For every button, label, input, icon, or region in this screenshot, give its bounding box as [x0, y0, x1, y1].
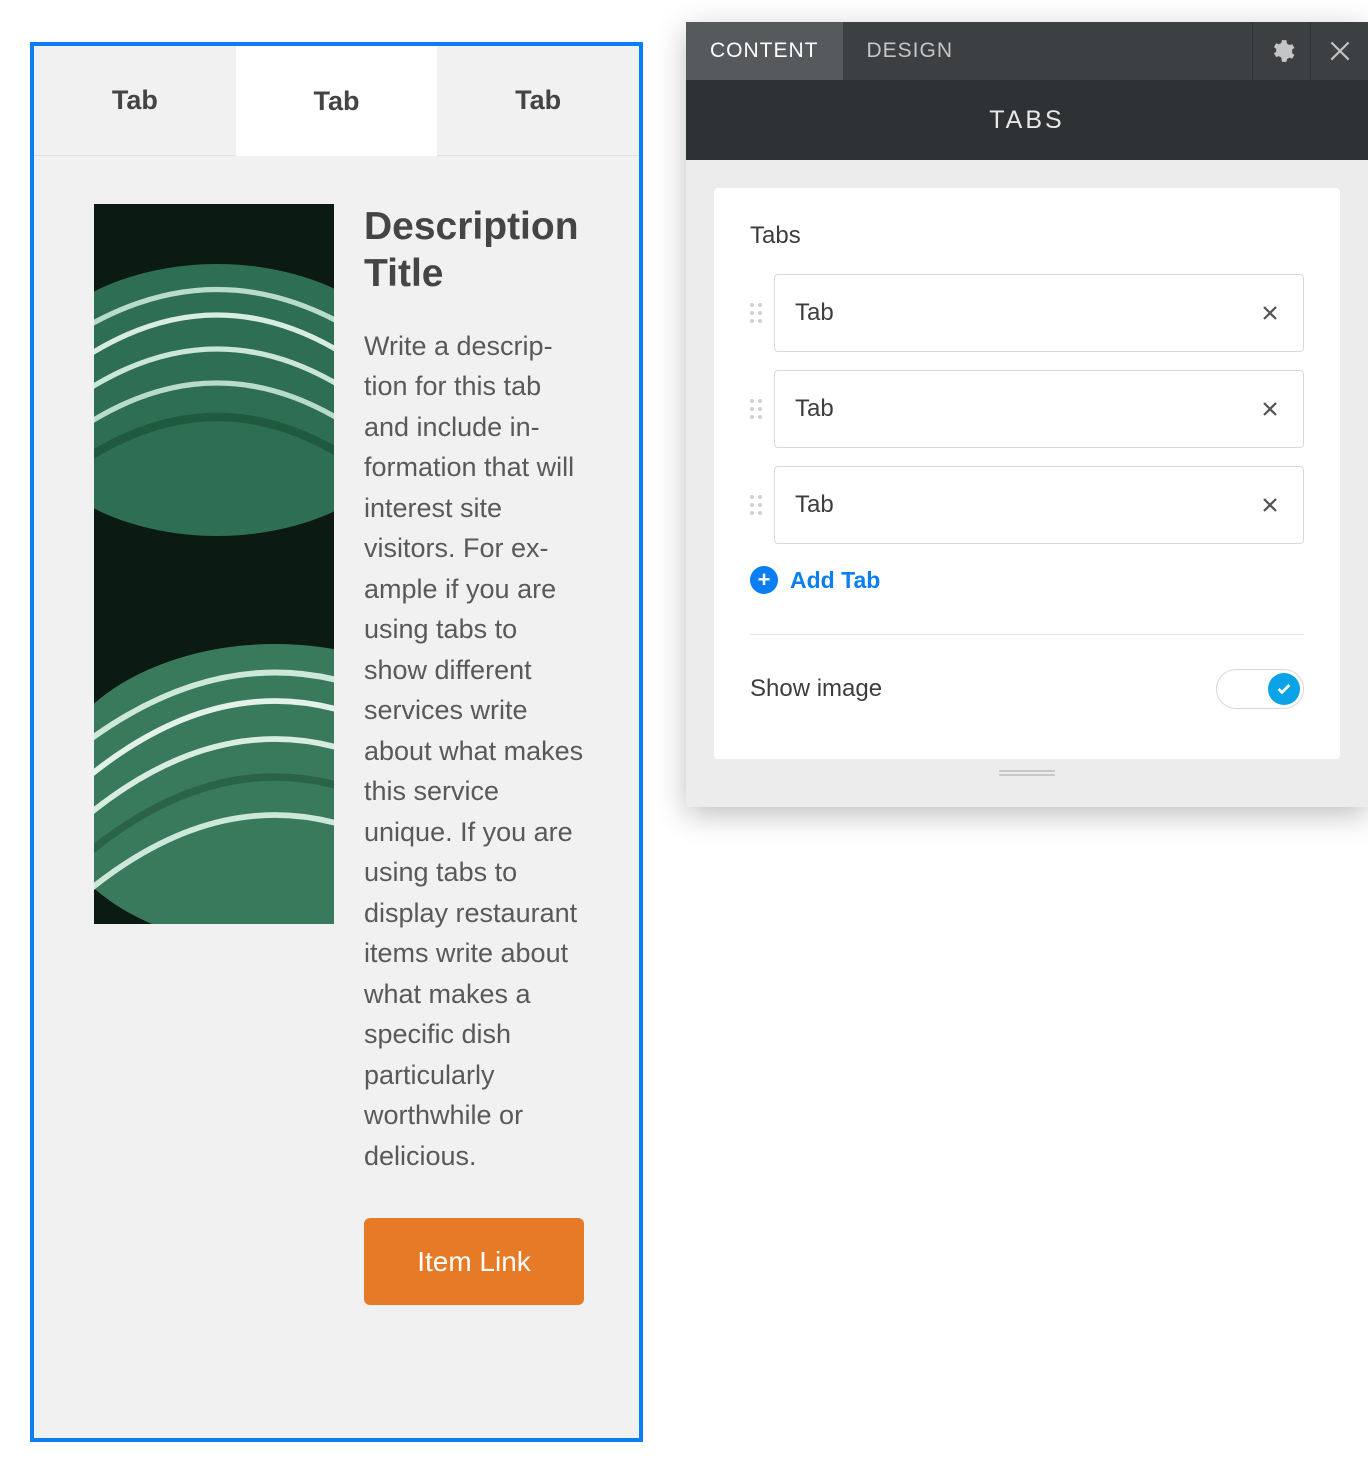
preview-image — [94, 204, 334, 924]
drag-handle-icon[interactable] — [750, 399, 766, 419]
delete-tab-button[interactable] — [1257, 298, 1283, 329]
preview-text-column: Description Title Write a descrip­tion f… — [364, 204, 584, 1305]
tab-input-value: Tab — [795, 395, 1257, 423]
preview-tab-0[interactable]: Tab — [34, 46, 236, 156]
preview-tab-1[interactable]: Tab — [236, 46, 438, 156]
check-icon — [1276, 681, 1292, 697]
tab-item-1: Tab — [750, 370, 1304, 448]
close-icon — [1261, 304, 1279, 322]
settings-card: Tabs Tab — [714, 188, 1340, 759]
add-tab-label: Add Tab — [790, 567, 880, 594]
close-panel-button[interactable] — [1310, 22, 1368, 80]
add-tab-button[interactable]: + Add Tab — [750, 566, 1304, 594]
drag-handle-icon[interactable] — [750, 303, 766, 323]
tab-item-0: Tab — [750, 274, 1304, 352]
tab-input-2[interactable]: Tab — [774, 466, 1304, 544]
tabs-widget-preview: Tab Tab Tab — [30, 42, 643, 1442]
tab-input-0[interactable]: Tab — [774, 274, 1304, 352]
settings-panel: CONTENT DESIGN TABS Tabs Tab — [686, 22, 1368, 807]
tabs-section-label: Tabs — [750, 222, 1304, 250]
description-title: Description Title — [364, 204, 584, 298]
tab-input-value: Tab — [795, 491, 1257, 519]
tab-input-1[interactable]: Tab — [774, 370, 1304, 448]
panel-body: Tabs Tab — [686, 160, 1368, 807]
close-icon — [1327, 38, 1353, 64]
settings-gear-button[interactable] — [1252, 22, 1310, 80]
tab-item-2: Tab — [750, 466, 1304, 544]
settings-panel-header: CONTENT DESIGN — [686, 22, 1368, 80]
drag-handle-icon[interactable] — [750, 495, 766, 515]
preview-tabs-row: Tab Tab Tab — [34, 46, 639, 156]
show-image-label: Show image — [750, 675, 882, 703]
description-body: Write a descrip­tion for this tab and in… — [364, 326, 584, 1177]
toggle-knob — [1268, 673, 1300, 705]
show-image-toggle[interactable] — [1216, 669, 1304, 709]
tab-input-value: Tab — [795, 299, 1257, 327]
panel-title: TABS — [686, 80, 1368, 160]
preview-tab-2[interactable]: Tab — [437, 46, 639, 156]
delete-tab-button[interactable] — [1257, 394, 1283, 425]
item-link-button[interactable]: Item Link — [364, 1218, 584, 1305]
resize-grip[interactable] — [714, 763, 1340, 787]
preview-content: Description Title Write a descrip­tion f… — [34, 156, 639, 1365]
divider — [750, 634, 1304, 635]
close-icon — [1261, 496, 1279, 514]
panel-tab-design[interactable]: DESIGN — [843, 22, 978, 80]
gear-icon — [1269, 38, 1295, 64]
show-image-row: Show image — [750, 669, 1304, 709]
delete-tab-button[interactable] — [1257, 490, 1283, 521]
close-icon — [1261, 400, 1279, 418]
panel-tab-content[interactable]: CONTENT — [686, 22, 843, 80]
plus-circle-icon: + — [750, 566, 778, 594]
